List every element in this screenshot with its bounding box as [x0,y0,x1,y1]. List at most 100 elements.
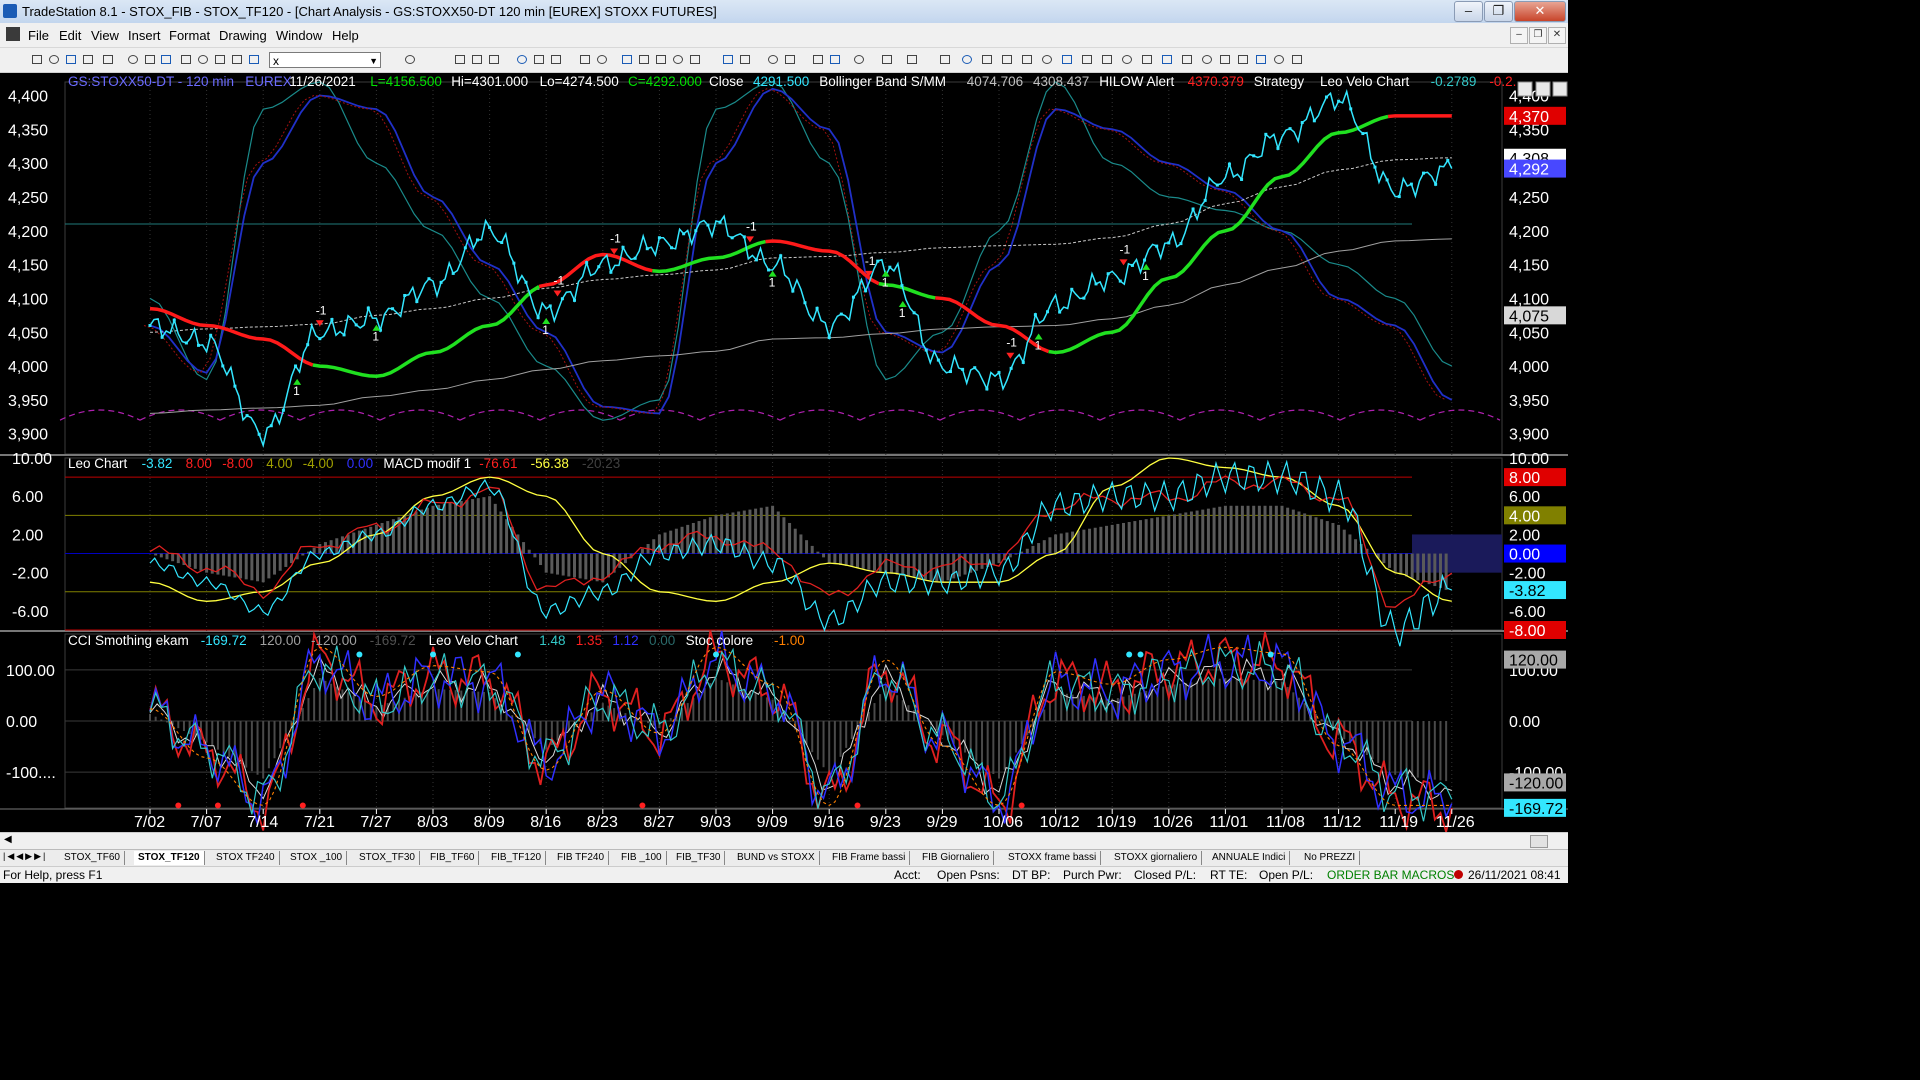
symbol-input[interactable]: x ▼ [269,52,381,68]
toolbar-tool-icon[interactable] [159,53,173,66]
chart-analysis-window[interactable]: 4,4004,4004,3504,3504,3004,3004,2504,250… [0,72,1568,832]
toolbar-tool-icon[interactable] [179,53,193,66]
tab-stox-tf120[interactable]: STOX_TF120 [134,851,205,865]
menu-help[interactable]: Help [332,28,359,43]
toolbar-tool-icon[interactable] [549,53,563,66]
toolbar-tool-icon[interactable] [1120,53,1134,66]
toolbar-tool-icon[interactable] [654,53,668,66]
toolbar-tool-icon[interactable] [960,53,974,66]
toolbar-tool-icon[interactable] [126,53,140,66]
tab-fib-giornaliero[interactable]: FIB Giornaliero [918,851,995,865]
price-bar [1361,132,1365,136]
tab-stox-tf30[interactable]: STOX_TF30 [355,851,420,865]
tab-bund-vs-stoxx[interactable]: BUND vs STOXX [733,851,820,865]
toolbar-tool-icon[interactable] [81,53,95,66]
toolbar-tool-icon[interactable] [688,53,702,66]
toolbar-tool-icon[interactable] [1040,53,1054,66]
toolbar-tool-icon[interactable] [1236,53,1250,66]
toolbar-tool-icon[interactable] [196,53,210,66]
toolbar-tool-icon[interactable] [1272,53,1286,66]
toolbar-tool-icon[interactable] [487,53,501,66]
toolbar-tool-icon[interactable] [101,53,115,66]
toolbar-tool-icon[interactable] [783,53,797,66]
tab-stoxx-giornaliero[interactable]: STOXX giornaliero [1110,851,1203,865]
menu-file[interactable]: File [28,28,49,43]
tab-stox-tf240[interactable]: STOX TF240 [212,851,280,865]
toolbar-tool-icon[interactable] [637,53,651,66]
minimize-button[interactable]: – [1454,1,1483,22]
tab-fib-100[interactable]: FIB _100 [617,851,667,865]
status-macros[interactable]: ORDER BAR MACROS [1327,868,1454,882]
toolbar-tool-icon[interactable] [1060,53,1074,66]
chart-close-button[interactable] [1552,81,1568,97]
chart-window-icon[interactable] [6,27,20,41]
maximize-button[interactable]: ❐ [1484,1,1513,22]
tab-stox-tf60[interactable]: STOX_TF60 [60,851,125,865]
toolbar-tool-icon[interactable] [30,53,44,66]
toolbar-tool-icon[interactable] [213,53,227,66]
tab-stoxx-frame-bassi[interactable]: STOXX frame bassi [1004,851,1102,865]
toolbar-tool-icon[interactable] [671,53,685,66]
toolbar-tool-icon[interactable] [1100,53,1114,66]
tab-stox-100[interactable]: STOX _100 [286,851,348,865]
toolbar-tool-icon[interactable] [828,53,842,66]
tab-nav-arrows-icon[interactable]: |◀◀▶▶| [3,851,47,862]
toolbar-tool-icon[interactable] [766,53,780,66]
close-button[interactable]: ✕ [1514,1,1566,22]
scroll-left-icon[interactable]: ◀ [4,834,12,845]
menu-window[interactable]: Window [276,28,322,43]
toolbar-tool-icon[interactable] [1000,53,1014,66]
toolbar-tool-icon[interactable] [532,53,546,66]
tab-fib-tf240[interactable]: FIB TF240 [553,851,610,865]
horizontal-scrollbar[interactable]: ◀ [0,832,1568,849]
toolbar-tool-icon[interactable] [1254,53,1268,66]
toolbar-glyph-icon [232,55,242,64]
menu-drawing[interactable]: Drawing [219,28,267,43]
toolbar-tool-icon[interactable] [852,53,866,66]
toolbar-tool-icon[interactable] [453,53,467,66]
menu-edit[interactable]: Edit [59,28,81,43]
toolbar-tool-icon[interactable] [738,53,752,66]
tab-fib-frame-bassi[interactable]: FIB Frame bassi [828,851,911,865]
toolbar-tool-icon[interactable] [980,53,994,66]
toolbar-tool-icon[interactable] [470,53,484,66]
toolbar-tool-icon[interactable] [403,53,417,66]
tab-fib-tf60[interactable]: FIB_TF60 [426,851,480,865]
mdi-minimize-button[interactable]: – [1510,27,1528,44]
tab-fib-tf120[interactable]: FIB_TF120 [487,851,547,865]
tab-annuale-indici[interactable]: ANNUALE Indici [1208,851,1291,865]
tab-no-prezzi[interactable]: No PREZZI [1300,851,1361,865]
menu-format[interactable]: Format [169,28,210,43]
toolbar-tool-icon[interactable] [1020,53,1034,66]
toolbar-tool-icon[interactable] [247,53,261,66]
toolbar-tool-icon[interactable] [905,53,919,66]
tab-fib-tf30[interactable]: FIB_TF30 [672,851,726,865]
scroll-thumb[interactable] [1530,835,1548,848]
chevron-down-icon[interactable]: ▼ [369,53,378,69]
toolbar-tool-icon[interactable] [578,53,592,66]
toolbar-tool-icon[interactable] [515,53,529,66]
toolbar-tool-icon[interactable] [1080,53,1094,66]
toolbar-tool-icon[interactable] [64,53,78,66]
toolbar-tool-icon[interactable] [47,53,61,66]
toolbar-tool-icon[interactable] [620,53,634,66]
toolbar-tool-icon[interactable] [1180,53,1194,66]
mdi-restore-button[interactable]: ❐ [1529,27,1547,44]
mdi-close-button[interactable]: ✕ [1548,27,1566,44]
toolbar-tool-icon[interactable] [1200,53,1214,66]
chart-minimize-button[interactable] [1517,81,1533,97]
menu-view[interactable]: View [91,28,119,43]
toolbar-tool-icon[interactable] [1140,53,1154,66]
toolbar-tool-icon[interactable] [595,53,609,66]
toolbar-tool-icon[interactable] [938,53,952,66]
toolbar-tool-icon[interactable] [721,53,735,66]
toolbar-tool-icon[interactable] [1160,53,1174,66]
menu-insert[interactable]: Insert [128,28,161,43]
toolbar-tool-icon[interactable] [1218,53,1232,66]
toolbar-tool-icon[interactable] [230,53,244,66]
toolbar-tool-icon[interactable] [880,53,894,66]
chart-restore-button[interactable] [1535,81,1551,97]
toolbar-tool-icon[interactable] [811,53,825,66]
toolbar-tool-icon[interactable] [143,53,157,66]
toolbar-tool-icon[interactable] [1290,53,1304,66]
